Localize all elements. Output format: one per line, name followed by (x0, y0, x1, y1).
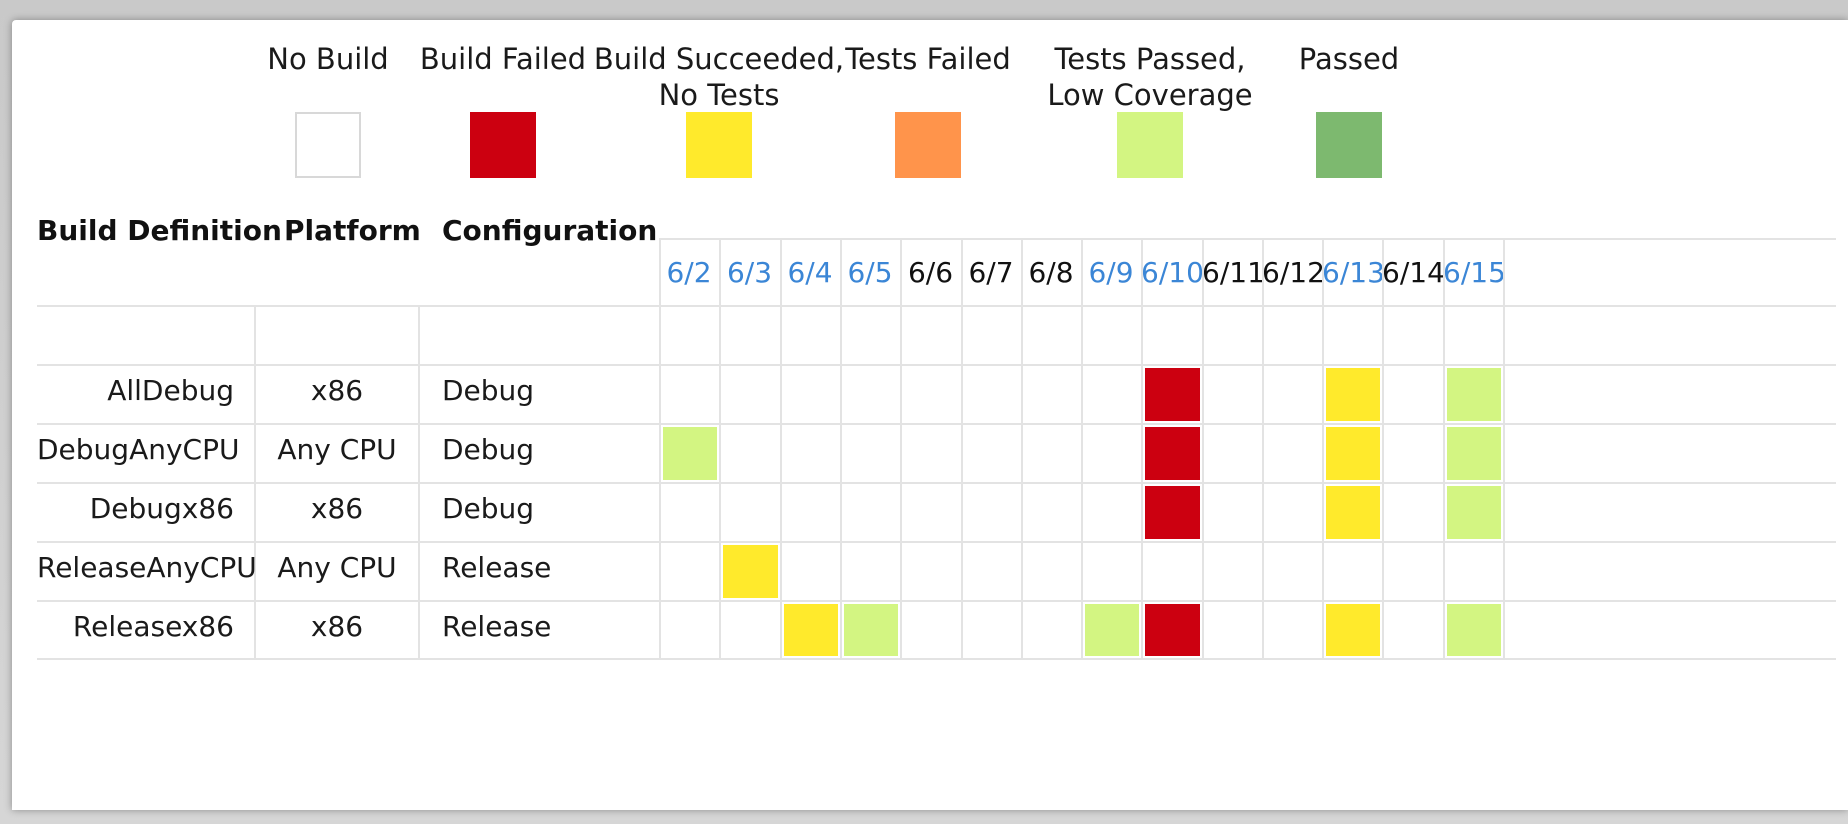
grid-hline (37, 305, 1836, 307)
status-cell-low-coverage[interactable] (1447, 368, 1501, 421)
legend-swatch (1117, 112, 1183, 178)
row-platform: Any CPU (277, 433, 397, 466)
header-build-definition: Build Definition (37, 214, 282, 247)
row-build-definition[interactable]: DebugAnyCPU (37, 432, 239, 468)
header-configuration: Configuration (442, 214, 658, 247)
grid-vline (1503, 238, 1505, 658)
date-header-6-4[interactable]: 6/4 (780, 256, 840, 289)
legend-label-line: Passed (1298, 42, 1400, 76)
grid-header-top-line (659, 238, 1836, 240)
status-cell-no-tests[interactable] (723, 545, 778, 598)
status-cell-no-tests[interactable] (1326, 427, 1380, 480)
date-header-6-8: 6/8 (1028, 256, 1074, 289)
grid-hline (37, 423, 1836, 425)
grid-vline (1021, 238, 1023, 658)
legend-label: Tests Failed (798, 41, 1058, 77)
row-build-definition[interactable]: Debugx86 (37, 491, 234, 527)
row-build-definition[interactable]: ReleaseAnyCPU (37, 550, 257, 586)
legend-swatch (895, 112, 961, 178)
row-build-definition[interactable]: Releasex86 (37, 609, 234, 645)
date-header-6-9[interactable]: 6/9 (1081, 256, 1141, 289)
status-cell-no-tests[interactable] (1326, 368, 1380, 421)
status-cell-low-coverage[interactable] (1447, 486, 1501, 539)
grid-vline-left (418, 305, 420, 658)
status-cell-failed[interactable] (1145, 604, 1200, 656)
build-status-panel: No Build Build Failed Build Succeeded, No T… (12, 20, 1848, 810)
grid-vline (719, 238, 721, 658)
row-platform: x86 (310, 492, 364, 525)
grid-hline (37, 600, 1836, 602)
grid-vline (961, 238, 963, 658)
date-header-6-15[interactable]: 6/15 (1443, 256, 1506, 289)
row-configuration: Release (442, 610, 552, 643)
status-cell-failed[interactable] (1145, 486, 1200, 539)
row-configuration: Debug (442, 433, 535, 466)
row-platform: x86 (310, 374, 364, 407)
date-header-6-6: 6/6 (907, 256, 954, 289)
date-header-6-5[interactable]: 6/5 (840, 256, 900, 289)
legend-swatch (686, 112, 752, 178)
status-cell-low-coverage[interactable] (663, 427, 717, 480)
legend-label-line: Tests Failed (845, 42, 1011, 76)
grid-vline (659, 238, 661, 658)
grid-vline (780, 238, 782, 658)
grid-hline (37, 541, 1836, 543)
date-header-6-13[interactable]: 6/13 (1322, 256, 1385, 289)
date-header-6-3[interactable]: 6/3 (719, 256, 780, 289)
grid-vline (840, 238, 842, 658)
date-header-6-7: 6/7 (968, 256, 1014, 289)
date-header-6-12: 6/12 (1262, 256, 1325, 289)
row-configuration: Release (442, 551, 552, 584)
grid-vline (1322, 238, 1324, 658)
legend-label-line: No Tests (658, 78, 780, 112)
status-cell-low-coverage[interactable] (844, 604, 898, 656)
grid-hline (37, 364, 1836, 366)
date-header-6-10[interactable]: 6/10 (1141, 256, 1204, 289)
status-cell-no-tests[interactable] (1326, 486, 1380, 539)
row-platform: x86 (310, 610, 364, 643)
status-cell-no-tests[interactable] (1326, 604, 1380, 656)
status-cell-failed[interactable] (1145, 427, 1200, 480)
row-platform: Any CPU (277, 551, 397, 584)
legend-label: Passed (1219, 41, 1479, 77)
row-configuration: Debug (442, 492, 535, 525)
grid-hline (37, 482, 1836, 484)
legend-swatch (470, 112, 536, 178)
row-build-definition[interactable]: AllDebug (37, 373, 234, 409)
legend-swatch (295, 112, 361, 178)
grid-vline (1382, 238, 1384, 658)
grid-hline (37, 658, 1836, 660)
row-configuration: Debug (442, 374, 535, 407)
grid-vline (900, 238, 902, 658)
status-cell-low-coverage[interactable] (1085, 604, 1139, 656)
legend-swatch (1316, 112, 1382, 178)
status-cell-failed[interactable] (1145, 368, 1200, 421)
grid-vline (1141, 238, 1143, 658)
grid-vline (1202, 238, 1204, 658)
date-header-6-14: 6/14 (1382, 256, 1445, 289)
status-cell-low-coverage[interactable] (1447, 427, 1501, 480)
date-header-6-11: 6/11 (1202, 256, 1265, 289)
grid-vline (1262, 238, 1264, 658)
grid-vline (1443, 238, 1445, 658)
grid-vline-left (254, 305, 256, 658)
date-header-6-2[interactable]: 6/2 (659, 256, 719, 289)
header-platform: Platform (284, 214, 421, 247)
status-cell-no-tests[interactable] (784, 604, 838, 656)
legend-label-line: Low Coverage (1047, 78, 1253, 112)
status-cell-low-coverage[interactable] (1447, 604, 1501, 656)
grid-vline (1081, 238, 1083, 658)
